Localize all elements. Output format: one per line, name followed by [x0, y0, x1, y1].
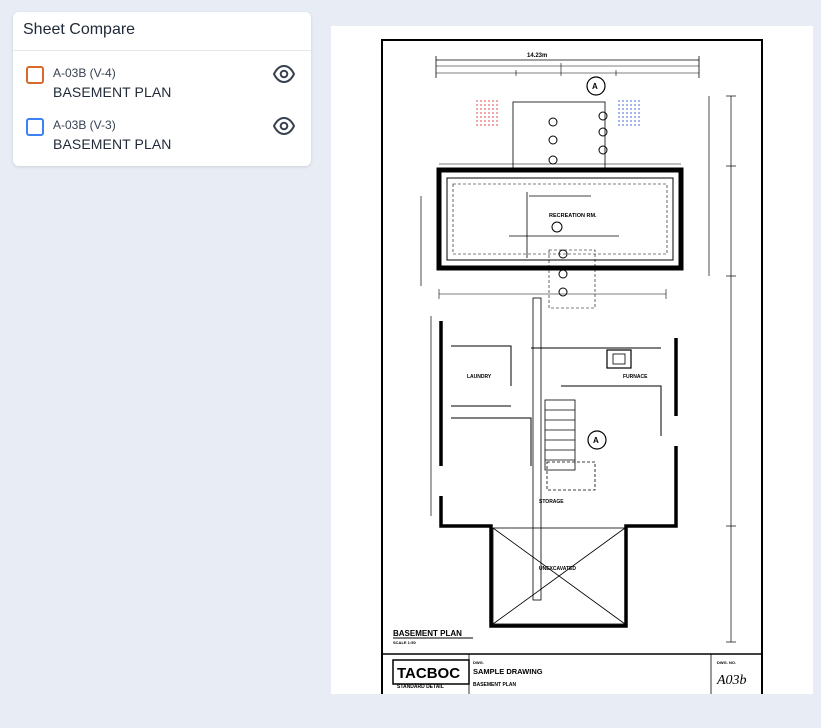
sheet-code: A-03B (V-3) [53, 118, 116, 132]
title-block-drawing-name: SAMPLE DRAWING [473, 667, 543, 676]
room-recreation: RECREATION RM. [549, 213, 597, 219]
title-block-dwg-label: DWG. [473, 660, 484, 665]
title-block-logo-sub: STANDARD DETAIL [397, 684, 444, 690]
sheet-compare-panel: Sheet Compare A-03B (V-4) BASEMENT PLAN … [13, 12, 311, 166]
plan-title: BASEMENT PLAN [393, 629, 462, 638]
sheet-item-v3[interactable]: A-03B (V-3) BASEMENT PLAN [13, 114, 311, 160]
title-block-sheet-no-label: DWG. NO. [717, 660, 736, 665]
svg-text:A: A [593, 436, 599, 445]
plan-scale: SCALE 1:50 [393, 640, 416, 645]
sheet-name: BASEMENT PLAN [53, 84, 172, 100]
room-laundry: LAUNDRY [467, 374, 492, 380]
sheet-code: A-03B (V-4) [53, 66, 116, 80]
room-furnace: FURNACE [623, 374, 648, 380]
sheet-checkbox-v4[interactable] [26, 66, 44, 84]
eye-icon[interactable] [272, 116, 296, 136]
eye-icon[interactable] [272, 64, 296, 84]
title-block-sheet-no: A03b [716, 673, 747, 688]
sheet-name: BASEMENT PLAN [53, 136, 172, 152]
room-storage: STORAGE [539, 499, 564, 505]
title-block-logo: TACBOC [397, 665, 460, 682]
panel-header: Sheet Compare [13, 12, 311, 51]
sheet-item-v4[interactable]: A-03B (V-4) BASEMENT PLAN [13, 62, 311, 108]
floor-plan-drawing: 14.23m A RECREATION RM. LAUNDRY FURNACE … [381, 39, 763, 694]
top-dimension: 14.23m [527, 53, 547, 59]
svg-text:A: A [592, 82, 598, 91]
panel-title: Sheet Compare [23, 21, 136, 38]
sheet-checkbox-v3[interactable] [26, 118, 44, 136]
drawing-viewer[interactable]: 14.23m A RECREATION RM. LAUNDRY FURNACE … [331, 26, 813, 694]
room-unexcavated: UNEXCAVATED [539, 566, 576, 572]
title-block-sheet-title: BASEMENT PLAN [473, 682, 516, 688]
